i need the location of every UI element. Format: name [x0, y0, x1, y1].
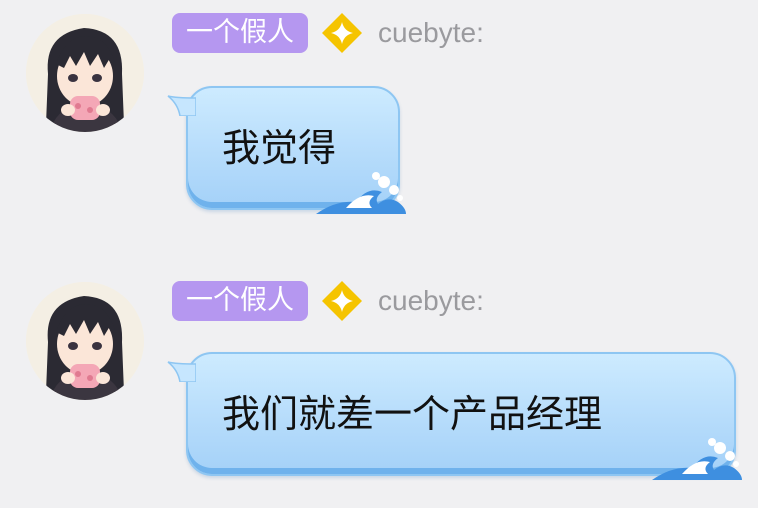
avatar[interactable]: [26, 282, 144, 400]
wave-icon: [316, 152, 406, 214]
chat-message: 一个假人 cuebyte: 我觉得: [0, 0, 758, 240]
yellow-diamond-star-icon: [320, 11, 364, 55]
wave-icon: [652, 418, 742, 480]
message-bubble[interactable]: 我觉得: [167, 86, 406, 214]
message-header: 一个假人 cuebyte:: [172, 12, 484, 54]
message-header: 一个假人 cuebyte:: [172, 280, 484, 322]
anime-girl-avatar-icon: [26, 282, 144, 400]
username[interactable]: cuebyte:: [378, 17, 484, 49]
anime-girl-avatar-icon: [26, 14, 144, 132]
title-badge: 一个假人: [172, 13, 308, 53]
yellow-diamond-star-icon: [320, 279, 364, 323]
message-text: 我们就差一个产品经理: [222, 392, 603, 436]
avatar[interactable]: [26, 14, 144, 132]
title-badge: 一个假人: [172, 281, 308, 321]
username[interactable]: cuebyte:: [378, 285, 484, 317]
message-bubble[interactable]: 我们就差一个产品经理: [167, 352, 742, 480]
bubble-tail: [166, 94, 196, 116]
bubble-tail: [166, 360, 196, 382]
chat-message: 一个假人 cuebyte: 我们就差一个产品经理: [0, 268, 758, 508]
